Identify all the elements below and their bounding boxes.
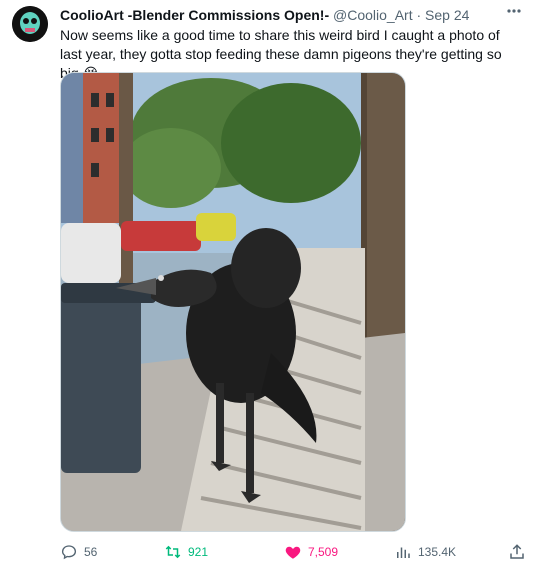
more-options-icon[interactable]: [504, 4, 524, 22]
tweet-header: CoolioArt -Blender Commissions Open!- @C…: [60, 6, 524, 26]
retweet-icon: [165, 545, 181, 559]
reply-icon: [61, 545, 77, 560]
tweet-photo[interactable]: [60, 72, 406, 532]
retweet-count: 921: [188, 545, 209, 559]
separator: ·: [416, 7, 422, 23]
photo-illustration: [61, 73, 405, 531]
share-icon: [510, 544, 524, 559]
views-bar-chart-icon: [397, 547, 410, 558]
tweet-date[interactable]: Sep 24: [425, 7, 469, 23]
author-handle[interactable]: @Coolio_Art: [333, 7, 413, 23]
tweet-actions: 56 921 7,509 135.4K: [60, 540, 526, 564]
views-count: 135.4K: [418, 545, 457, 559]
heart-icon: [285, 546, 301, 559]
tweet[interactable]: CoolioArt -Blender Commissions Open!- @C…: [0, 0, 536, 572]
like-button[interactable]: 7,509: [284, 542, 338, 562]
retweet-button[interactable]: 921: [164, 542, 208, 562]
like-count: 7,509: [308, 545, 339, 559]
author-name[interactable]: CoolioArt -Blender Commissions Open!-: [60, 7, 329, 23]
avatar[interactable]: [12, 6, 48, 42]
reply-count: 56: [84, 545, 98, 559]
reply-button[interactable]: 56: [60, 542, 97, 562]
share-button[interactable]: [508, 542, 526, 562]
views-button[interactable]: 135.4K: [394, 542, 456, 562]
